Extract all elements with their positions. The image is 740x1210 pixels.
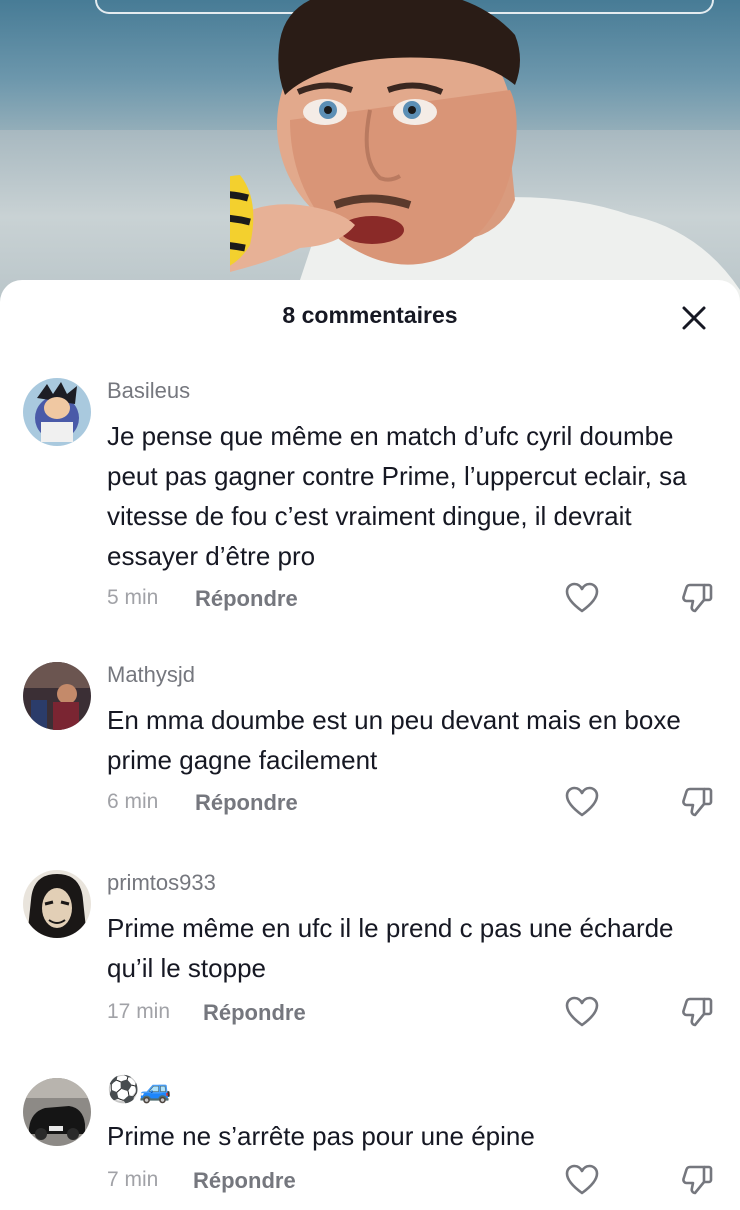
close-button[interactable]: [678, 302, 710, 334]
thumbs-down-icon: [682, 1165, 713, 1195]
avatar[interactable]: [23, 662, 91, 730]
heart-outline-icon: [565, 582, 599, 613]
like-button[interactable]: [564, 1162, 600, 1198]
heart-outline-icon: [565, 1164, 599, 1195]
comment-item: Basileus Je pense que même en match d’uf…: [0, 378, 740, 618]
comment-username[interactable]: primtos933: [107, 870, 216, 896]
like-button[interactable]: [564, 784, 600, 820]
comment-actions: 6 min Répondre: [107, 786, 717, 820]
comments-header: 8 commentaires: [0, 280, 740, 360]
heart-outline-icon: [565, 996, 599, 1027]
avatar[interactable]: [23, 870, 91, 938]
dislike-button[interactable]: [679, 580, 715, 616]
comment-username[interactable]: ⚽🚙: [107, 1074, 172, 1105]
avatar[interactable]: [23, 378, 91, 446]
comment-actions: 17 min Répondre: [107, 996, 717, 1030]
thumbs-down-icon: [682, 997, 713, 1027]
comments-sheet: 8 commentaires Basileus Je pense que mêm…: [0, 280, 740, 1210]
close-icon: [682, 306, 706, 330]
comment-actions: 7 min Répondre: [107, 1164, 717, 1198]
comment-text: Prime même en ufc il le prend c pas une …: [107, 913, 674, 983]
boxer-image: [230, 0, 740, 310]
comment-item: ⚽🚙 Prime ne s’arrête pas pour une épine …: [0, 1074, 740, 1208]
dislike-button[interactable]: [679, 1162, 715, 1198]
reply-button[interactable]: Répondre: [193, 1168, 296, 1194]
reply-button[interactable]: Répondre: [203, 1000, 306, 1026]
like-button[interactable]: [564, 580, 600, 616]
comment-actions: 5 min Répondre: [107, 582, 717, 616]
video-background[interactable]: [0, 0, 740, 310]
comment-text: En mma doumbe est un peu devant mais en …: [107, 705, 681, 775]
avatar[interactable]: [23, 1078, 91, 1146]
comment-username[interactable]: Mathysjd: [107, 662, 195, 688]
reply-button[interactable]: Répondre: [195, 586, 298, 612]
like-button[interactable]: [564, 994, 600, 1030]
comment-username[interactable]: Basileus: [107, 378, 190, 404]
heart-outline-icon: [565, 786, 599, 817]
comments-count-title: 8 commentaires: [282, 302, 458, 328]
thumbs-down-icon: [682, 583, 713, 613]
comment-item: primtos933 Prime même en ufc il le prend…: [0, 870, 740, 1030]
comment-timestamp: 6 min: [107, 790, 159, 813]
comment-text: Prime ne s’arrête pas pour une épine: [107, 1121, 535, 1151]
reply-button[interactable]: Répondre: [195, 790, 298, 816]
comment-timestamp: 17 min: [107, 1000, 171, 1023]
comment-timestamp: 7 min: [107, 1168, 159, 1191]
dislike-button[interactable]: [679, 994, 715, 1030]
comment-item: Mathysjd En mma doumbe est un peu devant…: [0, 662, 740, 822]
comment-text: Je pense que même en match d’ufc cyril d…: [107, 421, 687, 571]
thumbs-down-icon: [682, 787, 713, 817]
comment-timestamp: 5 min: [107, 586, 159, 609]
dislike-button[interactable]: [679, 784, 715, 820]
